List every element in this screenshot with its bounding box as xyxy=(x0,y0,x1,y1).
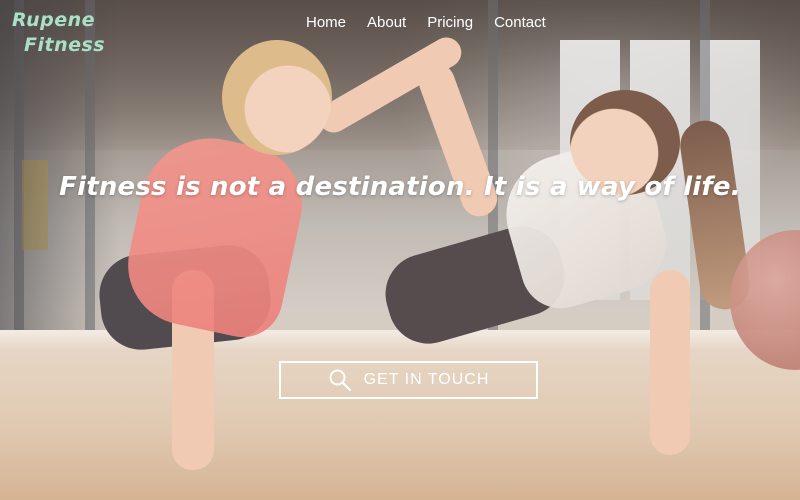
hero-tagline: Fitness is not a destination. It is a wa… xyxy=(59,172,741,202)
search-icon xyxy=(329,369,351,392)
brand-name-line2: Fitness xyxy=(24,34,106,56)
nav-item-contact[interactable]: Contact xyxy=(494,12,546,34)
nav-item-about[interactable]: About xyxy=(367,12,406,34)
get-in-touch-label: GET IN TOUCH xyxy=(363,371,490,388)
nav-item-home[interactable]: Home xyxy=(306,12,346,34)
main-nav: Home About Pricing Contact xyxy=(306,12,567,34)
nav-item-pricing[interactable]: Pricing xyxy=(427,12,473,34)
brand-name-line1: Rupene xyxy=(12,9,96,31)
hero-section: Rupene Fitness Home About Pricing Contac… xyxy=(0,0,800,500)
hero-overlay xyxy=(0,0,800,500)
get-in-touch-button[interactable]: GET IN TOUCH xyxy=(279,361,538,399)
brand-logo[interactable]: Rupene Fitness xyxy=(12,8,105,58)
